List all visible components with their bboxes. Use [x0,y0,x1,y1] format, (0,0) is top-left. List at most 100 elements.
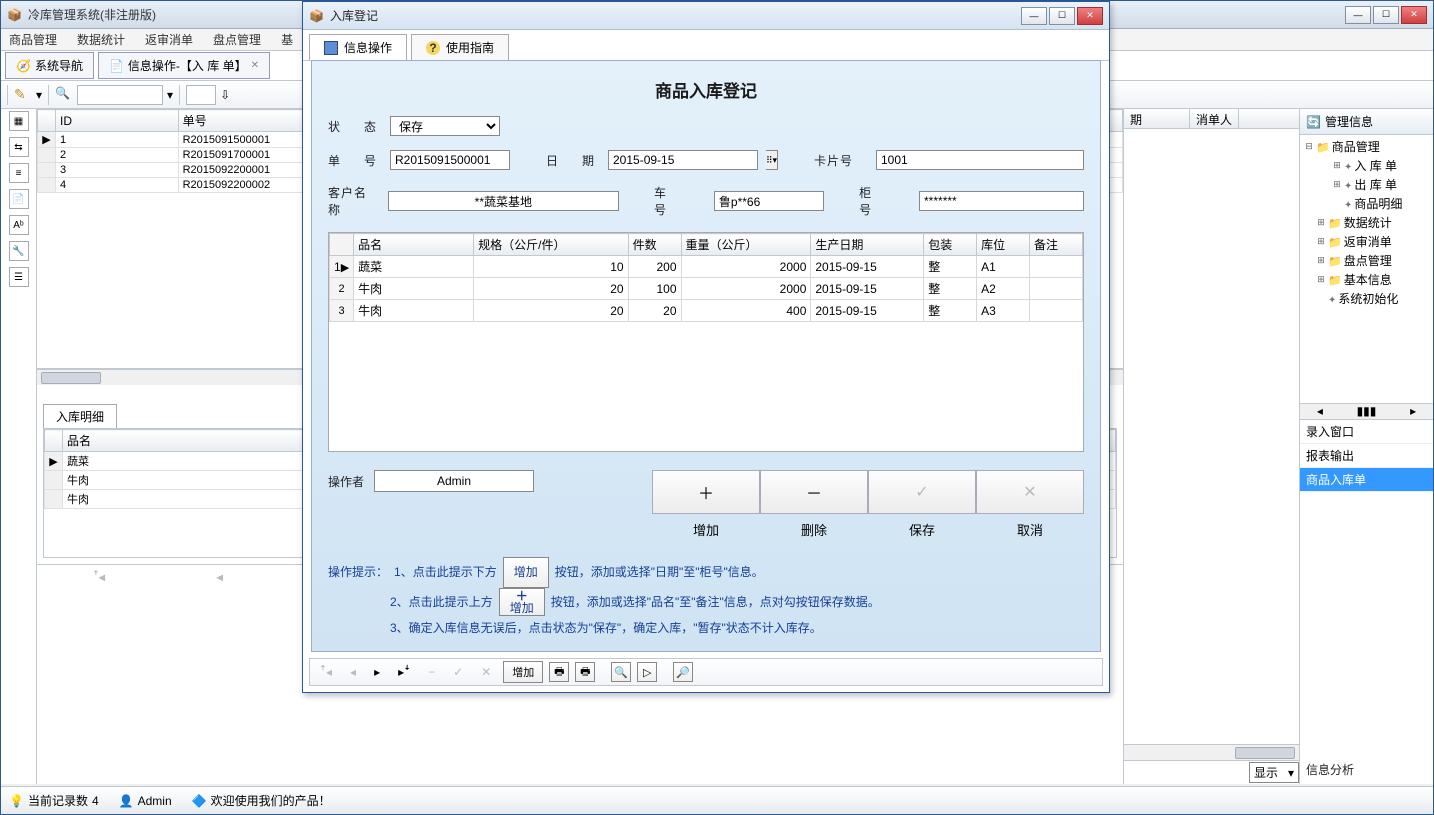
tree-node[interactable]: ⊞数据统计 [1316,213,1429,232]
iconbar-item[interactable]: Aᵇ [9,215,29,235]
welcome-text: 欢迎使用我们的产品！ [211,792,331,809]
menu-item[interactable]: 基 [281,31,293,48]
hscrollbar[interactable] [1124,744,1299,760]
bb-search-icon[interactable]: 🔎 [673,662,693,682]
iconbar-item[interactable]: ▦ [9,111,29,131]
edit-icon[interactable] [14,86,32,104]
bb-add-button[interactable]: 增加 [503,661,543,683]
filter-input[interactable] [186,85,216,105]
dropdown-caret[interactable]: ▾ [167,88,173,102]
date-input[interactable] [608,150,758,170]
maximize-button[interactable]: ☐ [1373,6,1399,24]
tree-node[interactable]: ⊟商品管理 [1304,137,1429,156]
card-input[interactable] [876,150,1084,170]
tree-node[interactable]: 系统初始化 [1316,289,1429,308]
menu-item[interactable]: 盘点管理 [213,31,261,48]
add-button[interactable]: ＋ [652,470,760,514]
iconbar-item[interactable]: ⇆ [9,137,29,157]
save-button[interactable]: ✓ [868,470,976,514]
close-button[interactable]: ✕ [1401,6,1427,24]
bb-nav-first[interactable]: ꜛ◂ [314,665,338,679]
nav-prev[interactable]: ◂ [211,570,229,584]
col-header[interactable]: 件数 [628,234,681,256]
menu-item[interactable]: 返审消单 [145,31,193,48]
modal-maximize-button[interactable]: ☐ [1049,7,1075,25]
iconbar-item[interactable]: 🔧 [9,241,29,261]
table-row[interactable]: 3牛肉20204002015-09-15整A3 [330,300,1083,322]
modal-tab-info[interactable]: 信息操作 [309,34,407,60]
col-header[interactable]: 生产日期 [811,234,924,256]
docno-input[interactable] [390,150,510,170]
apply-icon[interactable]: ⇩ [220,88,230,102]
col-header[interactable]: 重量（公斤） [681,234,811,256]
bb-preview-icon[interactable]: 🔍 [611,662,631,682]
tip-prefix: 操作提示： [328,560,388,585]
tab-system-nav[interactable]: 🧭 系统导航 [5,52,94,79]
iconbar-item[interactable]: 📄 [9,189,29,209]
dropdown-caret[interactable]: ▾ [36,88,42,102]
refresh-icon[interactable]: 🔄 [1306,115,1321,129]
tab-info-op[interactable]: 📄 信息操作-【入 库 单】 ✕ [98,52,270,79]
tree-node[interactable]: 商品明细 [1332,194,1429,213]
bb-nav-conf[interactable]: ✓ [447,665,469,679]
bb-nav-canc[interactable]: ✕ [475,665,497,679]
chevron-down-icon: ▾ [1288,766,1294,780]
list-item[interactable]: 录入窗口 [1300,420,1433,444]
list-item[interactable]: 报表输出 [1300,444,1433,468]
menu-item[interactable]: 数据统计 [77,31,125,48]
detail-tab[interactable]: 入库明细 [43,404,117,428]
col-header[interactable]: 包装 [924,234,977,256]
bb-nav-next[interactable]: ▸ [368,665,386,679]
app-icon [192,794,207,808]
tree-node[interactable]: ⊞盘点管理 [1316,251,1429,270]
modal-close-button[interactable]: ✕ [1077,7,1103,25]
search-icon[interactable] [55,86,73,104]
table-row[interactable]: 2牛肉2010020002015-09-15整A2 [330,278,1083,300]
search-input[interactable] [77,85,163,105]
del-label: 删除 [760,514,868,539]
col-header[interactable]: 消单人 [1190,109,1239,128]
col-header[interactable]: 品名 [354,234,474,256]
col-header[interactable]: 库位 [977,234,1030,256]
tree-hscroll[interactable]: ◂▮▮▮▸ [1300,403,1433,419]
modal-tab-guide[interactable]: 使用指南 [411,34,509,60]
modal-tabs: 信息操作 使用指南 [303,30,1109,61]
table-row[interactable]: 1▶蔬菜1020020002015-09-15整A1 [330,256,1083,278]
customer-input[interactable] [388,191,619,211]
minimize-button[interactable]: — [1345,6,1371,24]
carno-input[interactable] [714,191,824,211]
bb-print2-icon[interactable]: 🖶 [575,662,595,682]
menu-item[interactable]: 商品管理 [9,31,57,48]
col-header[interactable]: 期 [1124,109,1190,128]
col-header[interactable]: 规格（公斤/件） [474,234,628,256]
tree-node[interactable]: ⊞入 库 单 [1332,156,1429,175]
iconbar-item[interactable]: ≡ [9,163,29,183]
list-item[interactable]: 商品入库单 [1300,468,1433,492]
tip-add-stack-button[interactable]: ＋增加 [499,588,545,616]
nav-first[interactable]: ꜛ◂ [87,570,111,584]
bb-nav-del[interactable]: − [422,665,441,679]
tree-node[interactable]: ⊞基本信息 [1316,270,1429,289]
cabinet-input[interactable] [919,191,1084,211]
bb-nav-last[interactable]: ▸ꜜ [392,665,416,679]
bb-play-icon[interactable]: ▷ [637,662,657,682]
lbl-operator: 操作者 [328,473,364,490]
date-picker-button[interactable]: ⠿▾ [766,150,778,170]
close-tab-icon[interactable]: ✕ [251,60,259,71]
item-grid[interactable]: 品名 规格（公斤/件） 件数 重量（公斤） 生产日期 包装 库位 备注 1▶蔬菜… [328,232,1084,452]
tree-node[interactable]: ⊞出 库 单 [1332,175,1429,194]
col-header[interactable]: ID [56,110,179,132]
status-select[interactable]: 保存 [390,116,500,136]
show-select[interactable]: 显示 ▾ [1249,762,1299,783]
iconbar-item[interactable]: ☰ [9,267,29,287]
bb-print-icon[interactable]: 🖶 [549,662,569,682]
tip-add-button[interactable]: 增加 [503,557,549,588]
col-header[interactable]: 备注 [1030,234,1083,256]
tree-node[interactable]: ⊞返审消单 [1316,232,1429,251]
cancel-button[interactable]: ✕ [976,470,1084,514]
bb-nav-prev[interactable]: ◂ [344,665,362,679]
right-panel: 🔄 管理信息 ⊟商品管理 ⊞入 库 单 ⊞出 库 单 商品明细 ⊞数据统计 ⊞返… [1299,109,1433,784]
modal-minimize-button[interactable]: — [1021,7,1047,25]
lbl-customer: 客户名称 [328,184,380,218]
delete-button[interactable]: － [760,470,868,514]
